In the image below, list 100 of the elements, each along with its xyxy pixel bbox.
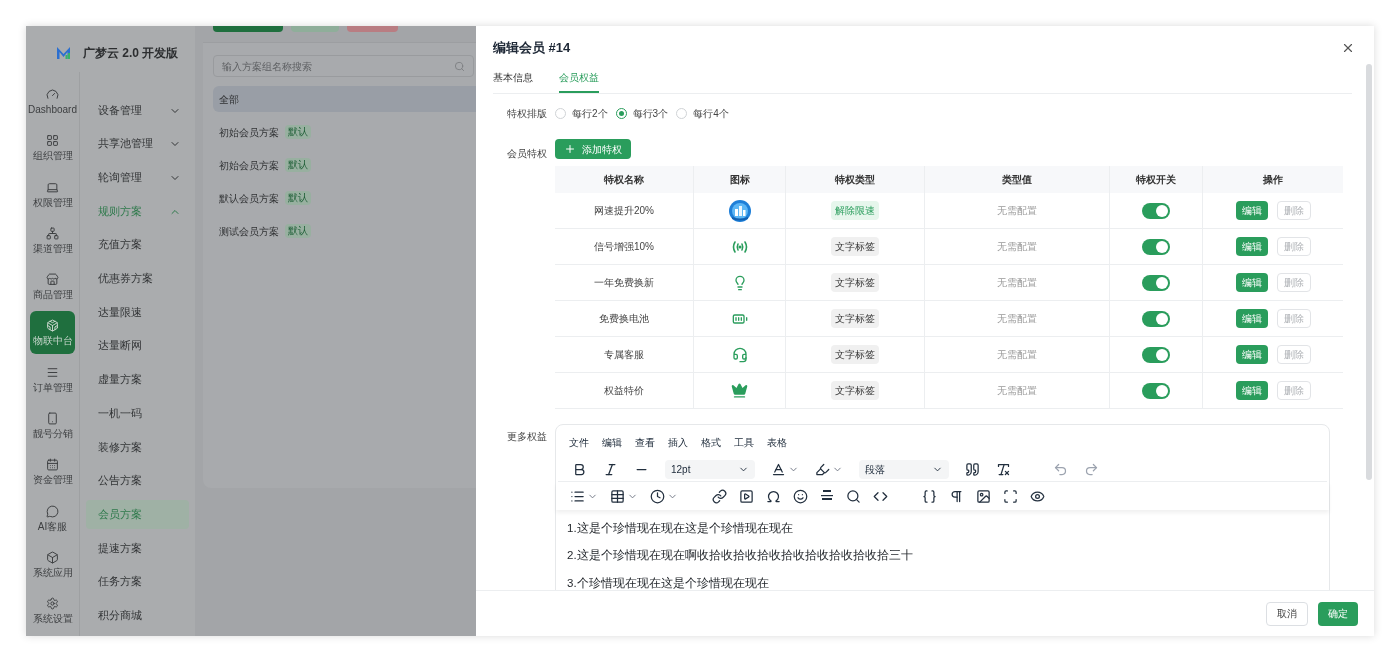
- rail-item[interactable]: 权限管理: [30, 172, 75, 216]
- field-label: 特权排版: [506, 107, 548, 121]
- omega-icon[interactable]: [766, 488, 781, 504]
- rail-item[interactable]: 靓号分销: [30, 404, 75, 448]
- edit-button[interactable]: 编辑: [1235, 381, 1268, 400]
- menu-icon: [46, 365, 59, 379]
- field-label: 会员特权: [506, 147, 548, 161]
- scrollbar-thumb[interactable]: [1366, 64, 1372, 480]
- fullscreen-icon[interactable]: [1003, 488, 1018, 504]
- toggle-switch[interactable]: [1142, 202, 1170, 219]
- radio-option[interactable]: 每行3个: [615, 106, 669, 121]
- rail-item[interactable]: 系统设置: [30, 589, 75, 633]
- italic-icon[interactable]: [603, 461, 618, 477]
- chat-icon: [46, 504, 59, 518]
- rail-item[interactable]: 订单管理: [30, 357, 75, 401]
- plan-item[interactable]: 初始会员方案 默认: [213, 119, 476, 145]
- submenu-item[interactable]: 轮询管理: [86, 163, 189, 193]
- braces-icon[interactable]: [922, 488, 937, 504]
- rail-item[interactable]: 组织管理: [30, 126, 75, 170]
- editor-menu-item[interactable]: 编辑: [602, 435, 622, 457]
- submenu-item[interactable]: 优惠券方案: [86, 264, 189, 294]
- edit-button[interactable]: 编辑: [1235, 309, 1268, 328]
- toggle-switch[interactable]: [1142, 346, 1170, 363]
- rail-item[interactable]: AI客服: [30, 496, 75, 540]
- toggle-switch[interactable]: [1142, 382, 1170, 399]
- cube-icon: [46, 319, 59, 333]
- quote-icon[interactable]: [965, 461, 980, 477]
- block-format-select[interactable]: 段落: [859, 459, 949, 479]
- submenu-item[interactable]: 装修方案: [86, 432, 189, 462]
- text-color-icon[interactable]: [771, 461, 786, 477]
- submenu-item[interactable]: 一机一码: [86, 399, 189, 429]
- submenu-item[interactable]: 达量限速: [86, 298, 189, 328]
- highlighter-icon[interactable]: [815, 461, 830, 477]
- search-icon[interactable]: [846, 488, 861, 504]
- column-header: 图标: [694, 166, 786, 193]
- store-icon: [46, 273, 59, 287]
- pilcrow-icon[interactable]: [949, 488, 964, 504]
- confirm-button[interactable]: 确定: [1318, 601, 1358, 626]
- submenu-item[interactable]: 虚量方案: [86, 365, 189, 395]
- edit-button[interactable]: 编辑: [1235, 237, 1268, 256]
- table-icon[interactable]: [610, 488, 625, 504]
- table-cell: 无需配置: [925, 229, 1110, 265]
- rail-item[interactable]: 渠道管理: [30, 218, 75, 262]
- rail-item[interactable]: 资金管理: [30, 450, 75, 494]
- submenu-item[interactable]: 积分商城: [86, 601, 189, 631]
- editor-paragraph: 2.这是个珍惜现在现在啊收拾收拾收拾收拾收拾收拾收拾收拾三十: [567, 548, 914, 564]
- plan-item[interactable]: 全部: [213, 86, 476, 112]
- default-tag: 默认: [285, 224, 311, 238]
- submenu-item[interactable]: 充值方案: [86, 230, 189, 260]
- submenu-item[interactable]: 设备管理: [86, 96, 189, 125]
- plan-item[interactable]: 初始会员方案 默认: [213, 152, 476, 178]
- toggle-switch[interactable]: [1142, 274, 1170, 291]
- submenu-item[interactable]: 任务方案: [86, 567, 189, 597]
- submenu-item[interactable]: 提速方案: [86, 533, 189, 563]
- tab[interactable]: 会员权益: [559, 63, 599, 93]
- link-icon[interactable]: [712, 488, 727, 504]
- clear-format-icon[interactable]: [996, 461, 1011, 477]
- editor-menu-item[interactable]: 表格: [767, 435, 787, 457]
- calendar-icon: [46, 458, 59, 472]
- editor-menu-item[interactable]: 插入: [668, 435, 688, 457]
- plan-item[interactable]: 默认会员方案 默认: [213, 185, 476, 211]
- preview-icon[interactable]: [1030, 488, 1045, 504]
- submenu-item[interactable]: 公告方案: [86, 466, 189, 496]
- rail-item[interactable]: 物联中台: [30, 311, 75, 355]
- editor-menu-item[interactable]: 格式: [701, 435, 721, 457]
- rail-item[interactable]: Dashboard: [30, 80, 75, 123]
- plan-item[interactable]: 测试会员方案 默认: [213, 218, 476, 244]
- editor-menu-item[interactable]: 查看: [635, 435, 655, 457]
- radio-option[interactable]: 每行4个: [676, 106, 729, 121]
- search-field[interactable]: 输入方案组名称搜索: [213, 55, 474, 77]
- tab[interactable]: 基本信息: [493, 63, 533, 93]
- rail-item[interactable]: 商品管理: [30, 265, 75, 309]
- image-icon[interactable]: [976, 488, 991, 504]
- editor-menu-item[interactable]: 文件: [569, 435, 589, 457]
- table-cell: 无需配置: [925, 265, 1110, 301]
- radio-option[interactable]: 每行2个: [555, 106, 608, 121]
- add-privilege-button[interactable]: 添加特权: [555, 139, 631, 159]
- submenu-item[interactable]: 共享池管理: [86, 129, 189, 159]
- list-icon[interactable]: [570, 488, 585, 504]
- rail-item[interactable]: 系统应用: [30, 542, 75, 586]
- settings-icon: [46, 597, 59, 611]
- toggle-switch[interactable]: [1142, 310, 1170, 327]
- toggle-switch[interactable]: [1142, 238, 1170, 255]
- font-size-select[interactable]: 12pt: [665, 459, 755, 479]
- laptop-icon: [46, 180, 59, 194]
- edit-button[interactable]: 编辑: [1235, 273, 1268, 292]
- close-icon[interactable]: [1341, 41, 1355, 55]
- edit-button[interactable]: 编辑: [1235, 345, 1268, 364]
- edit-button[interactable]: 编辑: [1235, 201, 1268, 220]
- gauge-icon: [46, 88, 59, 101]
- submenu-item[interactable]: 达量断网: [86, 331, 189, 361]
- cancel-button[interactable]: 取消: [1266, 601, 1308, 626]
- clock-icon[interactable]: [650, 488, 665, 504]
- editor-menu-item[interactable]: 工具: [734, 435, 754, 457]
- bold-icon[interactable]: [572, 461, 587, 477]
- table-cell: 权益特价: [555, 373, 694, 409]
- media-icon[interactable]: [739, 488, 754, 504]
- network-icon: [46, 226, 59, 240]
- headset-icon: [731, 346, 748, 363]
- emoji-icon[interactable]: [793, 488, 808, 504]
